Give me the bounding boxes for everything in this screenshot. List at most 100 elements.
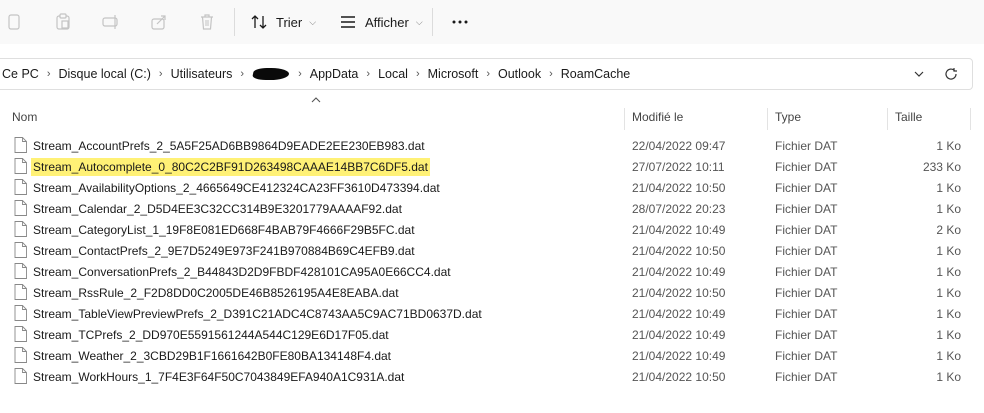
breadcrumb-item-microsoft[interactable]: Microsoft — [427, 67, 480, 81]
table-row[interactable]: Stream_WorkHours_1_7F4E3F64F50C7043849EF… — [0, 366, 984, 387]
file-modified: 21/04/2022 10:49 — [632, 328, 726, 342]
breadcrumb-item-local-disk[interactable]: Disque local (C:) — [58, 67, 152, 81]
file-icon — [14, 347, 27, 363]
sort-label: Trier — [276, 14, 303, 30]
paste-icon[interactable] — [53, 12, 73, 32]
file-modified: 27/07/2022 10:11 — [632, 160, 725, 174]
view-button[interactable]: Afficher ⌵ — [339, 12, 423, 32]
chevron-right-icon[interactable]: › — [542, 68, 560, 80]
chevron-right-icon[interactable]: › — [479, 68, 497, 80]
chevron-right-icon[interactable]: › — [152, 68, 170, 80]
breadcrumb: Ce PC › Disque local (C:) › Utilisateurs… — [1, 59, 631, 89]
file-type: Fichier DAT — [775, 370, 838, 384]
sort-ascending-icon — [311, 97, 321, 103]
sort-button[interactable]: Trier ⌵ — [250, 12, 316, 32]
file-size: 1 Ko — [936, 349, 961, 363]
copy-icon[interactable] — [4, 12, 24, 32]
file-icon — [14, 284, 27, 300]
file-modified: 21/04/2022 10:49 — [632, 265, 726, 279]
chevron-right-icon[interactable]: › — [359, 68, 377, 80]
file-list: Stream_AccountPrefs_2_5A5F25AD6BB9864D9E… — [0, 135, 984, 387]
column-header-modified[interactable]: Modifié le — [632, 110, 683, 124]
file-type: Fichier DAT — [775, 223, 838, 237]
file-name: Stream_RssRule_2_F2D8DD0C2005DE46B852619… — [33, 286, 399, 300]
file-modified: 21/04/2022 10:49 — [632, 307, 726, 321]
file-icon — [14, 179, 27, 195]
table-row[interactable]: Stream_Autocomplete_0_80C2C2BF91D263498C… — [0, 156, 984, 177]
table-row[interactable]: Stream_TCPrefs_2_DD970E5591561244A544C12… — [0, 324, 984, 345]
file-type: Fichier DAT — [775, 328, 838, 342]
refresh-icon[interactable] — [943, 66, 959, 82]
file-name: Stream_CategoryList_1_19F8E081ED668F4BAB… — [33, 223, 415, 237]
table-row[interactable]: Stream_AvailabilityOptions_2_4665649CE41… — [0, 177, 984, 198]
file-size: 1 Ko — [936, 265, 961, 279]
column-resize-handle[interactable] — [970, 108, 971, 130]
column-header-type[interactable]: Type — [775, 110, 801, 124]
command-bar: Trier ⌵ Afficher ⌵ — [0, 0, 984, 44]
file-size: 1 Ko — [936, 181, 961, 195]
file-icon — [14, 326, 27, 342]
chevron-right-icon[interactable]: › — [233, 68, 251, 80]
file-type: Fichier DAT — [775, 202, 838, 216]
file-icon — [14, 263, 27, 279]
file-size: 2 Ko — [936, 223, 961, 237]
file-icon — [14, 200, 27, 216]
file-type: Fichier DAT — [775, 139, 838, 153]
file-modified: 28/07/2022 20:23 — [632, 202, 726, 216]
column-resize-handle[interactable] — [767, 108, 768, 130]
address-bar[interactable]: Ce PC › Disque local (C:) › Utilisateurs… — [0, 58, 973, 90]
file-type: Fichier DAT — [775, 265, 838, 279]
file-modified: 21/04/2022 10:49 — [632, 223, 726, 237]
file-type: Fichier DAT — [775, 307, 838, 321]
file-icon — [14, 305, 27, 321]
file-icon — [14, 221, 27, 237]
breadcrumb-item-this-pc[interactable]: Ce PC — [1, 67, 40, 81]
column-header-name[interactable]: Nom — [12, 110, 37, 124]
column-resize-handle[interactable] — [887, 108, 888, 130]
table-row[interactable]: Stream_RssRule_2_F2D8DD0C2005DE46B852619… — [0, 282, 984, 303]
file-size: 1 Ko — [936, 202, 961, 216]
table-row[interactable]: Stream_AccountPrefs_2_5A5F25AD6BB9864D9E… — [0, 135, 984, 156]
breadcrumb-item-users[interactable]: Utilisateurs — [170, 67, 234, 81]
more-options-icon[interactable] — [450, 12, 470, 32]
file-name: Stream_TableViewPreviewPrefs_2_D391C21AD… — [33, 307, 482, 321]
breadcrumb-item-outlook[interactable]: Outlook — [497, 67, 542, 81]
file-modified: 21/04/2022 10:50 — [632, 244, 726, 258]
file-name: Stream_Calendar_2_D5D4EE3C32CC314B9E3201… — [33, 202, 402, 216]
table-row[interactable]: Stream_CategoryList_1_19F8E081ED668F4BAB… — [0, 219, 984, 240]
delete-icon[interactable] — [197, 12, 217, 32]
toolbar-divider — [432, 8, 433, 36]
file-modified: 22/04/2022 09:47 — [632, 139, 726, 153]
view-label: Afficher — [365, 14, 409, 30]
file-size: 1 Ko — [936, 328, 961, 342]
chevron-right-icon[interactable]: › — [40, 68, 58, 80]
file-name: Stream_Weather_2_3CBD29B1F1661642B0FE80B… — [33, 349, 392, 363]
file-name: Stream_TCPrefs_2_DD970E5591561244A544C12… — [33, 328, 389, 342]
file-type: Fichier DAT — [775, 181, 838, 195]
toolbar-divider — [234, 8, 235, 36]
breadcrumb-item-appdata[interactable]: AppData — [309, 67, 360, 81]
column-header: Nom Modifié le Type Taille — [0, 108, 984, 130]
share-icon[interactable] — [149, 12, 169, 32]
redacted-username — [251, 68, 291, 80]
breadcrumb-item-roamcache[interactable]: RoamCache — [560, 67, 631, 81]
chevron-right-icon[interactable]: › — [291, 68, 309, 80]
column-header-size[interactable]: Taille — [895, 110, 922, 124]
table-row[interactable]: Stream_Weather_2_3CBD29B1F1661642B0FE80B… — [0, 345, 984, 366]
table-row[interactable]: Stream_TableViewPreviewPrefs_2_D391C21AD… — [0, 303, 984, 324]
chevron-right-icon[interactable]: › — [409, 68, 427, 80]
file-size: 1 Ko — [936, 244, 961, 258]
file-icon — [14, 368, 27, 384]
table-row[interactable]: Stream_ContactPrefs_2_9E7D5249E973F241B9… — [0, 240, 984, 261]
rename-icon[interactable] — [101, 12, 121, 32]
table-row[interactable]: Stream_Calendar_2_D5D4EE3C32CC314B9E3201… — [0, 198, 984, 219]
breadcrumb-item-local[interactable]: Local — [377, 67, 409, 81]
table-row[interactable]: Stream_ConversationPrefs_2_B44843D2D9FBD… — [0, 261, 984, 282]
file-type: Fichier DAT — [775, 244, 838, 258]
column-resize-handle[interactable] — [624, 108, 625, 130]
chevron-down-icon: ⌵ — [309, 16, 317, 27]
chevron-down-icon: ⌵ — [415, 16, 423, 27]
file-type: Fichier DAT — [775, 349, 838, 363]
address-history-chevron-icon[interactable] — [911, 66, 927, 82]
file-name: Stream_ContactPrefs_2_9E7D5249E973F241B9… — [33, 244, 415, 258]
